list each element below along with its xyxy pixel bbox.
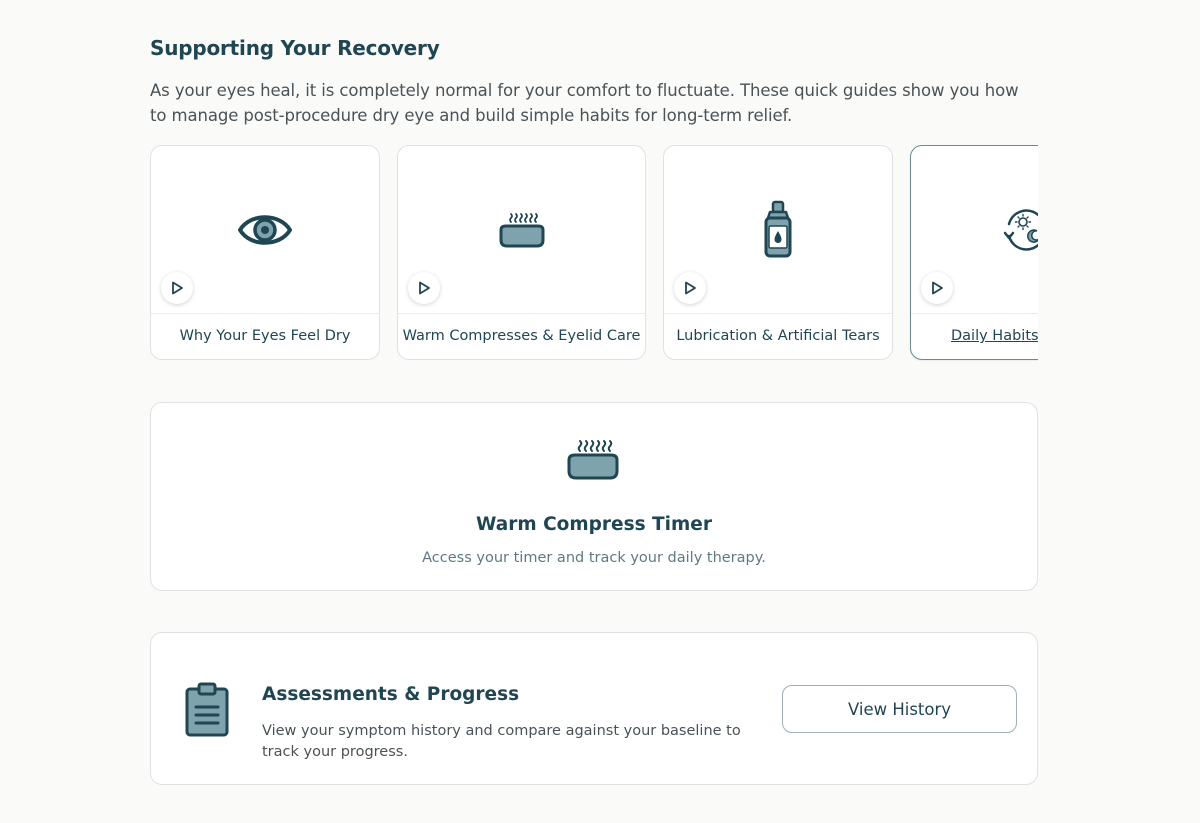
warm-compress-icon (567, 440, 619, 480)
view-history-button[interactable]: View History (782, 685, 1017, 733)
guide-label: Lubrication & Artificial Tears (676, 328, 880, 344)
recovery-page: Supporting Your Recovery As your eyes he… (0, 0, 1200, 823)
day-night-cycle-icon (1003, 209, 1038, 251)
play-icon (419, 281, 430, 295)
clipboard-icon (185, 682, 229, 737)
play-icon (685, 281, 696, 295)
timer-title: Warm Compress Timer (476, 514, 712, 535)
guide-thumbnail (398, 146, 645, 314)
guide-card-lubrication[interactable]: Lubrication & Artificial Tears (663, 145, 893, 360)
play-icon (932, 281, 943, 295)
guide-card-warm-compresses[interactable]: Warm Compresses & Eyelid Care (397, 145, 646, 360)
assessments-description: View your symptom history and compare ag… (262, 723, 741, 760)
warm-compress-icon (499, 213, 544, 248)
assessments-title: Assessments & Progress (262, 684, 520, 705)
guide-card-why-eyes-dry[interactable]: Why Your Eyes Feel Dry (150, 145, 380, 360)
play-button[interactable] (674, 272, 706, 304)
eye-drop-bottle-icon (764, 200, 792, 258)
guide-thumbnail (151, 146, 379, 314)
play-button[interactable] (408, 272, 440, 304)
section-intro: As your eyes heal, it is completely norm… (150, 81, 1019, 125)
eye-icon (238, 215, 292, 245)
guides-carousel[interactable]: Why Your Eyes Feel Dry Warm Compresses &… (150, 145, 1038, 361)
guide-label: Why Your Eyes Feel Dry (179, 328, 351, 344)
guide-label: Warm Compresses & Eyelid Care (402, 328, 641, 344)
guide-label: Daily Habits T (951, 328, 1038, 344)
play-button[interactable] (161, 272, 193, 304)
guide-thumbnail (664, 146, 892, 314)
assessments-card: Assessments & Progress View your symptom… (150, 632, 1038, 785)
warm-compress-timer-card[interactable]: Warm Compress Timer Access your timer an… (150, 402, 1038, 591)
timer-subtitle: Access your timer and track your daily t… (422, 550, 766, 566)
section-title: Supporting Your Recovery (150, 36, 440, 60)
play-icon (172, 281, 183, 295)
guide-thumbnail (911, 146, 1038, 314)
play-button[interactable] (921, 272, 953, 304)
guide-card-daily-habits[interactable]: Daily Habits T (910, 145, 1038, 360)
